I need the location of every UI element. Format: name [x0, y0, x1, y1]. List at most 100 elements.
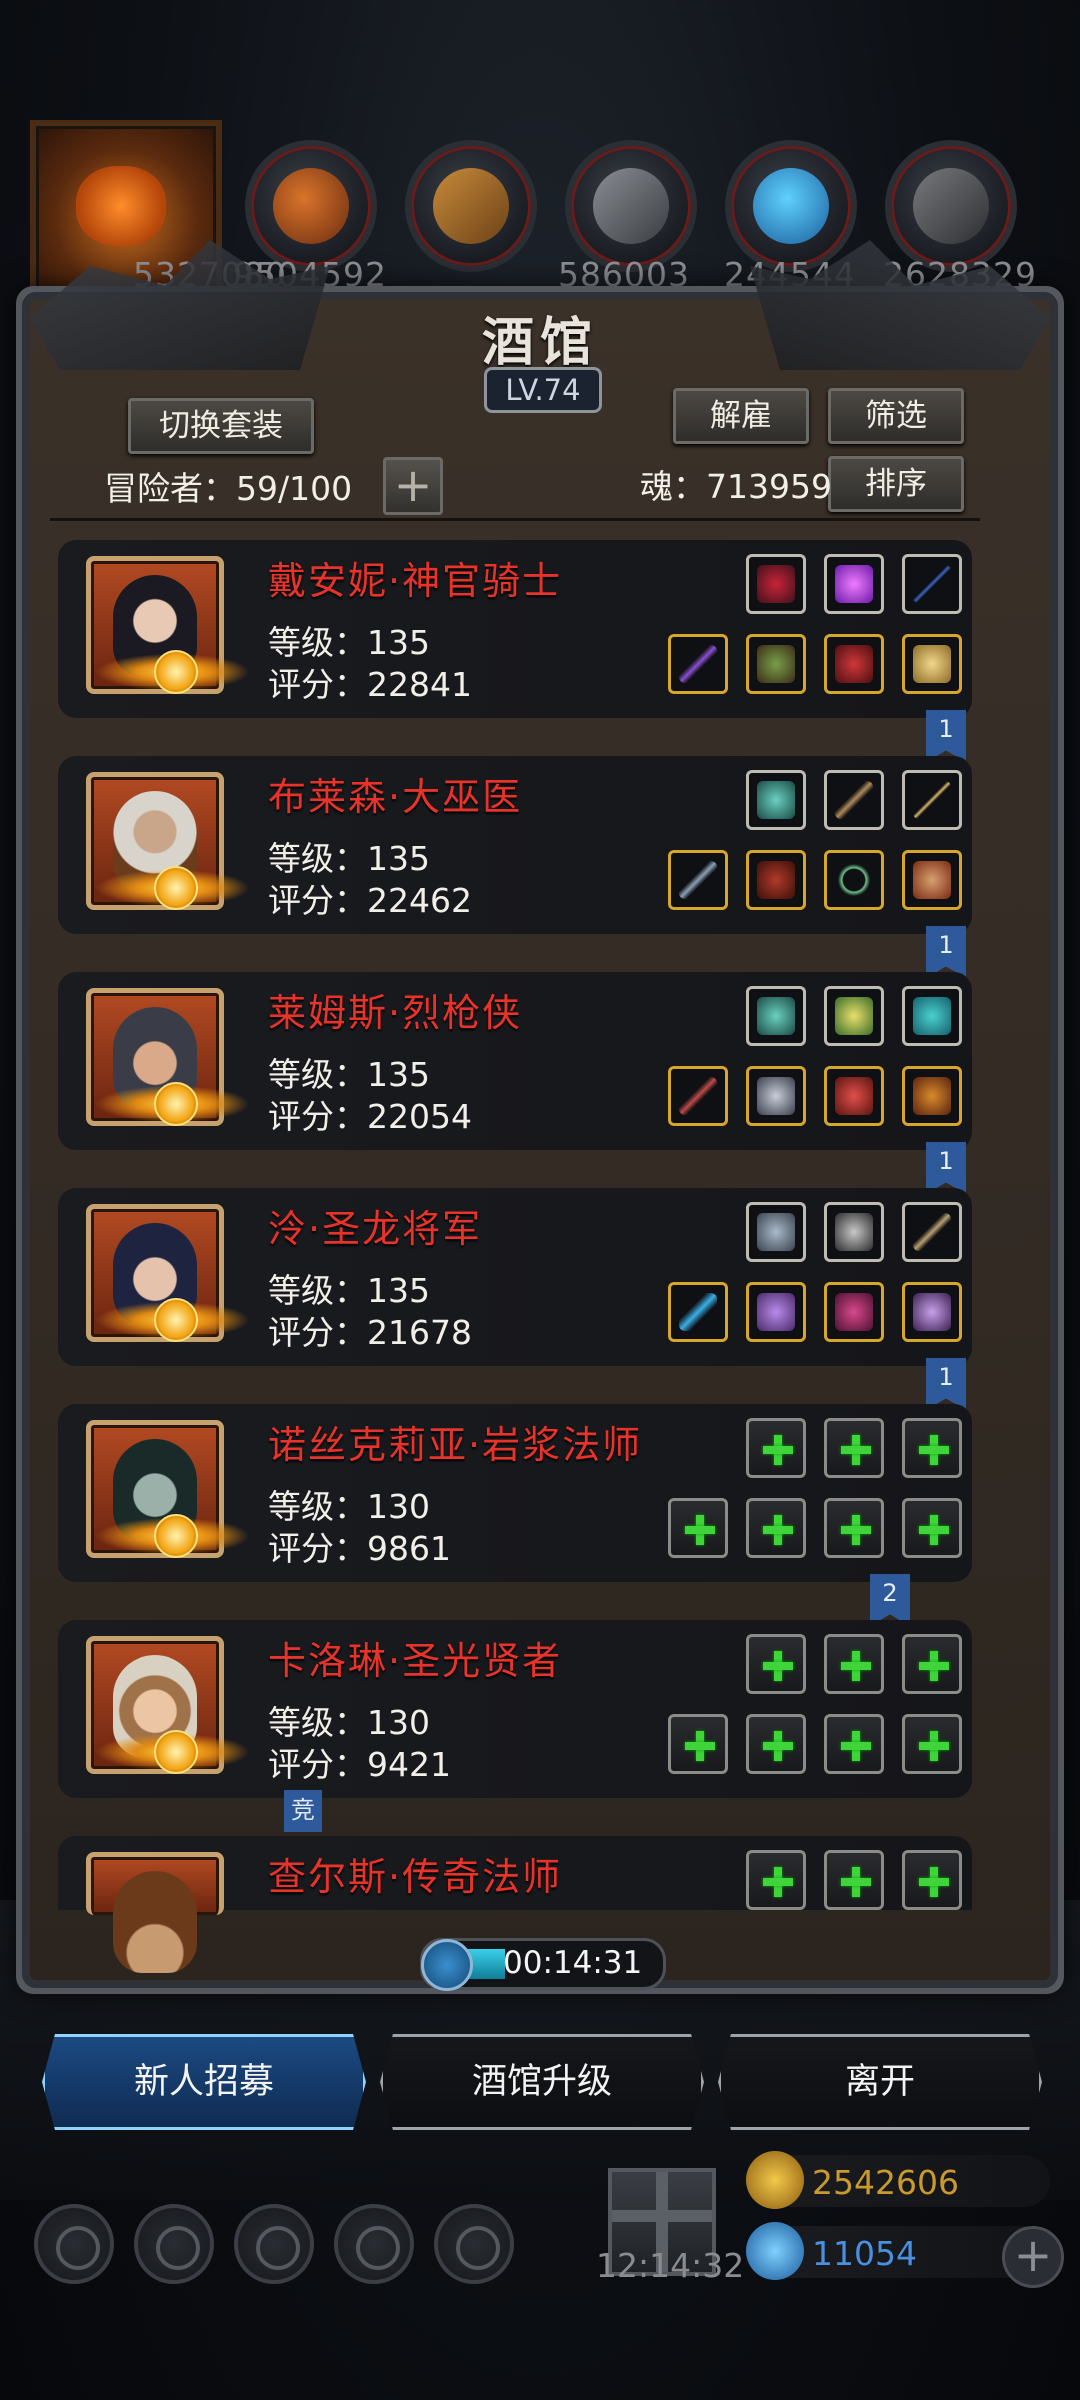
gear-slot[interactable]	[746, 1282, 806, 1342]
gear-slot[interactable]	[824, 634, 884, 694]
gear-slot[interactable]	[902, 850, 962, 910]
hero-level: 等级：135	[268, 1271, 430, 1310]
gem-amount: 11054	[812, 2234, 917, 2273]
gear-slot[interactable]	[902, 1282, 962, 1342]
tavern-level-badge: LV.74	[484, 367, 602, 413]
gear-slot[interactable]	[746, 1066, 806, 1126]
plus-icon	[763, 1731, 793, 1761]
hero-name: 戴安妮·神官骑士	[268, 559, 563, 603]
gear-slot[interactable]	[668, 634, 728, 694]
mail-icon[interactable]	[334, 2204, 414, 2284]
plus-icon	[763, 1867, 793, 1897]
gear-slot[interactable]	[902, 554, 962, 614]
empty-gear-slot[interactable]	[824, 1498, 884, 1558]
plus-icon	[763, 1515, 793, 1545]
meat-icon[interactable]	[245, 140, 377, 272]
hero-card[interactable]: 戴安妮·神官骑士 等级：135 评分：22841 1	[58, 540, 972, 762]
empty-gear-slot[interactable]	[824, 1634, 884, 1694]
gear-slot[interactable]	[746, 850, 806, 910]
hero-name: 诺丝克莉亚·岩浆法师	[268, 1423, 643, 1467]
empty-gear-slot[interactable]	[746, 1714, 806, 1774]
empty-gear-slot[interactable]	[902, 1714, 962, 1774]
wood-icon[interactable]	[405, 140, 537, 272]
empty-gear-slot[interactable]	[746, 1634, 806, 1694]
gear-slot[interactable]	[746, 770, 806, 830]
gear-slot[interactable]	[824, 770, 884, 830]
dismiss-button[interactable]: 解雇	[673, 388, 809, 444]
plus-icon	[919, 1515, 949, 1545]
gear-slot[interactable]	[746, 1202, 806, 1262]
guild-icon[interactable]	[434, 2204, 514, 2284]
empty-gear-slot[interactable]	[668, 1498, 728, 1558]
iron-icon[interactable]	[565, 140, 697, 272]
add-currency-button[interactable]: +	[1002, 2226, 1064, 2288]
gear-slot[interactable]	[746, 986, 806, 1046]
gear-slot[interactable]	[746, 634, 806, 694]
hero-card[interactable]: 卡洛琳·圣光贤者 等级：130 评分：9421	[58, 1620, 972, 1798]
gear-slot[interactable]	[902, 986, 962, 1046]
clock-icon	[421, 1939, 473, 1991]
hero-menu-icon[interactable]	[134, 2204, 214, 2284]
add-adventurer-slot-button[interactable]: +	[383, 457, 443, 515]
plus-icon	[841, 1731, 871, 1761]
gear-slot[interactable]	[902, 770, 962, 830]
hero-name: 泠·圣龙将军	[268, 1207, 483, 1251]
empty-gear-slot[interactable]	[902, 1850, 962, 1910]
empty-gear-slot[interactable]	[746, 1498, 806, 1558]
hero-card[interactable]: 查尔斯·传奇法师	[58, 1836, 972, 1973]
hero-card[interactable]: 诺丝克莉亚·岩浆法师 等级：130 评分：9861 2	[58, 1404, 972, 1626]
hero-card[interactable]: 莱姆斯·烈枪侠 等级：135 评分：22054 1	[58, 972, 972, 1194]
plus-icon	[685, 1731, 715, 1761]
hero-level: 等级：135	[268, 623, 430, 662]
filter-button[interactable]: 筛选	[828, 388, 964, 444]
star-emblem	[98, 1730, 248, 1774]
crystal-icon[interactable]	[725, 140, 857, 272]
soul-count: 魂：713959	[640, 467, 832, 506]
sort-button[interactable]: 排序	[828, 456, 964, 512]
recruit-button[interactable]: 新人招募	[42, 2034, 366, 2130]
gear-slot[interactable]	[824, 1282, 884, 1342]
gold-display: 2542606	[746, 2151, 1050, 2209]
settings-icon[interactable]	[34, 2204, 114, 2284]
plus-icon	[919, 1867, 949, 1897]
gold-amount: 2542606	[812, 2163, 959, 2202]
gear-slot[interactable]	[902, 634, 962, 694]
hero-card[interactable]: 泠·圣龙将军 等级：135 评分：21678 1	[58, 1188, 972, 1410]
upgrade-tavern-button[interactable]: 酒馆升级	[380, 2034, 704, 2130]
hero-level: 等级：135	[268, 1055, 430, 1094]
hero-name: 莱姆斯·烈枪侠	[268, 991, 523, 1035]
star-emblem	[98, 650, 248, 694]
gear-slot[interactable]	[668, 1066, 728, 1126]
hero-card[interactable]: 布莱森·大巫医 等级：135 评分：22462 1	[58, 756, 972, 978]
gear-slot[interactable]	[668, 1282, 728, 1342]
gear-slot[interactable]	[668, 850, 728, 910]
empty-gear-slot[interactable]	[746, 1418, 806, 1478]
empty-gear-slot[interactable]	[902, 1498, 962, 1558]
empty-gear-slot[interactable]	[668, 1714, 728, 1774]
gear-slot[interactable]	[746, 554, 806, 614]
empty-gear-slot[interactable]	[824, 1850, 884, 1910]
stone-icon[interactable]	[885, 140, 1017, 272]
competition-badge: 竞	[284, 1790, 322, 1832]
gear-slot[interactable]	[824, 554, 884, 614]
gear-slot[interactable]	[824, 986, 884, 1046]
empty-gear-slot[interactable]	[902, 1418, 962, 1478]
plus-icon	[763, 1435, 793, 1465]
building-menu-icon[interactable]	[234, 2204, 314, 2284]
plus-icon	[841, 1515, 871, 1545]
empty-gear-slot[interactable]	[902, 1634, 962, 1694]
gear-slot[interactable]	[902, 1202, 962, 1262]
game-clock: 12:14:32	[596, 2246, 745, 2285]
gear-slot[interactable]	[824, 1202, 884, 1262]
empty-gear-slot[interactable]	[824, 1714, 884, 1774]
star-emblem	[98, 1298, 248, 1342]
switch-outfit-button[interactable]: 切换套装	[128, 398, 314, 454]
plus-icon	[685, 1515, 715, 1545]
gear-slot[interactable]	[902, 1066, 962, 1126]
empty-gear-slot[interactable]	[746, 1850, 806, 1910]
plus-icon	[841, 1435, 871, 1465]
gear-slot[interactable]	[824, 1066, 884, 1126]
leave-button[interactable]: 离开	[718, 2034, 1042, 2130]
empty-gear-slot[interactable]	[824, 1418, 884, 1478]
gear-slot[interactable]	[824, 850, 884, 910]
